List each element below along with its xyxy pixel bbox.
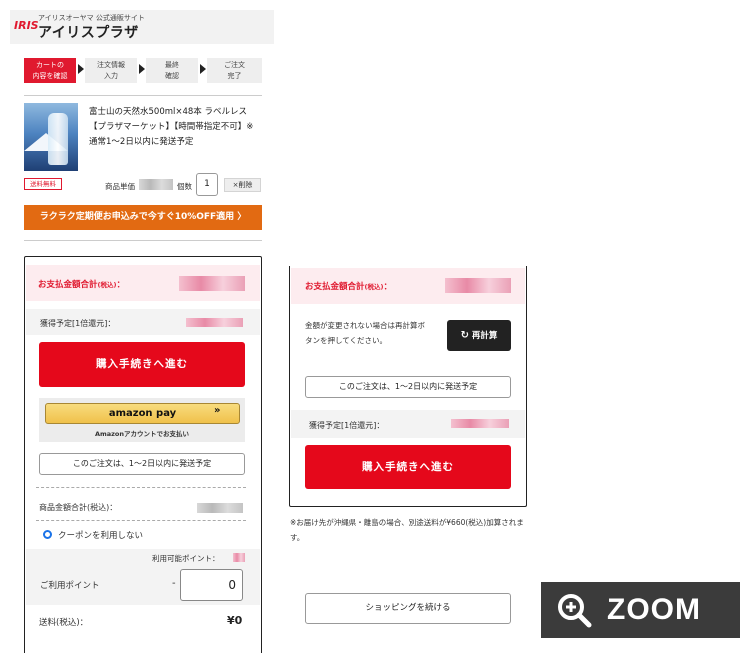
recalculate-button[interactable]: ↻ 再計算 <box>447 320 511 351</box>
payment-total-text: お支払金額合計 <box>305 282 365 292</box>
continue-shopping-button[interactable]: ショッピングを続ける <box>305 593 511 624</box>
divider <box>36 520 246 521</box>
shipping-schedule-note: このご注文は、1～2日以内に発送予定 <box>305 376 511 398</box>
step-line2: 確認 <box>165 72 179 80</box>
points-earned-label: 獲得予定[1倍還元]： <box>309 421 385 430</box>
step-arrow-icon <box>78 64 84 74</box>
checkout-button[interactable]: 購入手続きへ進む <box>39 342 245 387</box>
payment-total-redacted <box>445 278 511 293</box>
refresh-icon: ↻ <box>460 330 469 341</box>
use-points-label: ご利用ポイント <box>40 581 100 591</box>
subscription-discount-banner[interactable]: ラクラク定期便お申込みで今すぐ10%OFF適用 〉 <box>24 205 262 230</box>
unit-price-redacted <box>139 179 173 190</box>
payment-total-redacted <box>179 276 245 291</box>
step-line2: 完了 <box>227 72 242 80</box>
remote-area-shipping-note: ※お届け先が沖縄県・離島の場合、別途送料が¥660(税込)加算されます。 <box>290 518 524 542</box>
product-total-label: 商品金額合計(税込)： <box>39 503 118 512</box>
step-line1: ご注文 <box>224 61 245 69</box>
amazon-pay-note: Amazonアカウントでお支払い <box>94 430 190 438</box>
payment-total-text: お支払金額合計 <box>38 280 98 290</box>
divider <box>24 240 262 241</box>
recalc-instruction: 金額が変更されない場合は再計算ボタンを押してください。 <box>305 321 425 345</box>
minus-sign: - <box>172 578 176 589</box>
tax-included-text: (税込) <box>97 281 117 289</box>
use-points-input[interactable]: 0 <box>180 569 243 601</box>
shipping-schedule-note: このご注文は、1～2日以内に発送予定 <box>39 453 245 475</box>
step-line1: 注文情報 <box>97 61 125 69</box>
delete-button[interactable]: ×削除 <box>224 178 261 192</box>
payment-total-label: お支払金額合計(税込)： <box>38 278 125 290</box>
recalculate-label: 再計算 <box>471 331 498 341</box>
points-earned-redacted <box>186 318 243 327</box>
quantity-label: 個数 <box>177 182 192 191</box>
shipping-fee-value: ¥0 <box>227 614 243 627</box>
logo-title[interactable]: アイリスプラザ <box>38 22 139 42</box>
available-points-redacted <box>233 553 245 562</box>
colon-text: ： <box>383 282 392 292</box>
step-cart-confirm: カートの 内容を確認 <box>24 58 76 83</box>
step-complete: ご注文 完了 <box>207 58 262 83</box>
divider <box>24 95 262 96</box>
amazon-pay-button[interactable]: amazon pay <box>45 403 240 424</box>
tax-included-text: (税込) <box>364 283 384 291</box>
step-line2: 入力 <box>104 72 118 80</box>
divider <box>36 487 246 488</box>
step-line1: カートの <box>36 61 64 69</box>
colon-text: ： <box>116 280 125 290</box>
step-arrow-icon <box>139 64 145 74</box>
step-final-confirm: 最終 確認 <box>146 58 198 83</box>
product-total-redacted <box>197 503 243 513</box>
iris-logo-icon[interactable]: IRIS <box>14 15 39 37</box>
step-line1: 最終 <box>165 61 179 69</box>
checkout-button[interactable]: 購入手続きへ進む <box>305 445 511 489</box>
zoom-magnifier-icon <box>558 594 592 628</box>
product-image[interactable] <box>24 103 78 171</box>
coupon-option-label[interactable]: クーポンを利用しない <box>58 529 143 541</box>
quantity-input[interactable]: 1 <box>196 173 218 196</box>
free-shipping-badge: 送料無料 <box>24 178 62 190</box>
product-title[interactable]: 富士山の天然水500ml×48本 ラベルレス【プラザマーケット】【時間帯指定不可… <box>89 105 261 150</box>
step-line2: 内容を確認 <box>32 72 68 80</box>
points-earned-redacted <box>451 419 509 428</box>
bottle-graphic <box>48 113 68 165</box>
shipping-fee-label: 送料(税込)： <box>39 618 89 628</box>
step-order-info: 注文情報 入力 <box>85 58 137 83</box>
payment-total-label: お支払金額合計(税込)： <box>305 280 392 292</box>
step-arrow-icon <box>200 64 206 74</box>
zoom-label: ZOOM <box>607 593 701 626</box>
available-points-label: 利用可能ポイント： <box>152 554 220 563</box>
chevron-right-icon: » <box>214 405 221 416</box>
points-earned-label: 獲得予定[1倍還元]： <box>40 319 116 328</box>
unit-price-label: 商品単価 <box>105 182 135 191</box>
coupon-radio[interactable] <box>43 530 52 539</box>
